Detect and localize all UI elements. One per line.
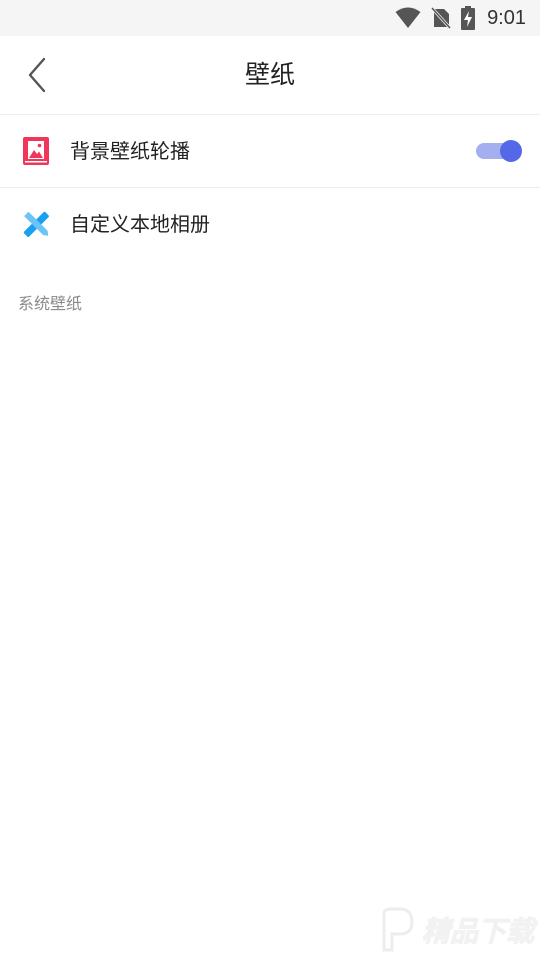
setting-label-wallpaper-carousel: 背景壁纸轮播 [70,139,190,163]
setting-row-wallpaper-carousel[interactable]: 背景壁纸轮播 [0,115,540,188]
watermark-p-icon [382,907,414,952]
watermark-text: 精品下载 [421,916,534,948]
status-time: 9:01 [487,7,526,29]
battery-charging-icon [461,6,476,30]
setting-row-custom-album[interactable]: 自定义本地相册 [0,188,540,260]
no-sim-icon [431,7,452,29]
wifi-icon [395,7,421,28]
watermark-logo: 精品下载 [374,906,535,954]
app-header: 壁纸 [0,36,540,115]
page-title: 壁纸 [244,60,295,89]
image-gallery-icon [23,137,49,165]
status-bar: 9:01 [0,0,540,36]
setting-label-custom-album: 自定义本地相册 [70,212,210,236]
status-icons: 9:01 [385,6,526,30]
wallpaper-carousel-toggle[interactable] [476,140,522,162]
pencil-ruler-icon [23,211,49,237]
toggle-knob [500,140,522,162]
section-title-system-wallpaper: 系统壁纸 [18,294,83,313]
